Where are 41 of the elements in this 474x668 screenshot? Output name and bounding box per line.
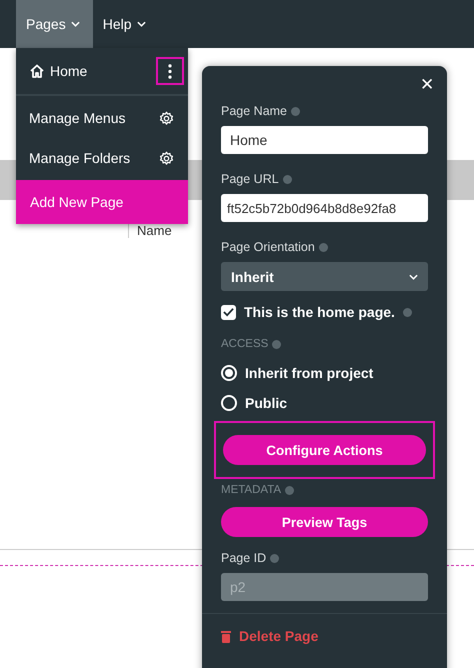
trash-icon	[221, 630, 231, 642]
info-icon	[272, 340, 282, 348]
chevron-down-icon	[70, 21, 80, 27]
info-icon	[402, 308, 412, 316]
radio-label: Public	[245, 395, 288, 411]
page-id-field: p2	[221, 573, 428, 601]
orientation-dropdown[interactable]: Inherit	[221, 262, 428, 291]
info-icon	[318, 242, 328, 252]
settings-icon	[159, 110, 174, 126]
preview-tags-button[interactable]: Preview Tags	[221, 507, 428, 537]
radio-label: Inherit from project	[245, 365, 374, 381]
menu-item[interactable]: Manage Folders	[16, 138, 188, 178]
radio-button[interactable]	[221, 395, 237, 411]
more-options-button[interactable]	[156, 57, 184, 85]
menu-item[interactable]: Manage Menus	[16, 98, 188, 138]
section-heading: METADATA	[221, 484, 282, 496]
close-button[interactable]: ✕	[416, 74, 438, 96]
settings-icon	[159, 150, 174, 166]
kebab-icon	[168, 64, 172, 78]
field-label: Page URL	[221, 172, 279, 186]
chevron-down-icon	[136, 21, 146, 27]
field-label: Page Orientation	[221, 240, 315, 254]
menu-tab[interactable]: Help	[92, 0, 158, 48]
radio-button[interactable]	[221, 365, 237, 381]
chevron-down-icon	[409, 274, 418, 280]
info-icon	[285, 486, 294, 494]
page-name-field[interactable]: Home	[221, 126, 428, 154]
checkbox-label: This is the home page.	[244, 304, 395, 320]
field-label: Page Name	[221, 104, 288, 118]
home-icon	[29, 63, 45, 79]
info-icon	[270, 554, 280, 562]
field-label: Page ID	[221, 551, 266, 565]
menu-item[interactable]: Home	[16, 48, 188, 96]
section-heading: ACCESS	[221, 338, 268, 350]
configure-actions-button[interactable]: Configure Actions	[223, 435, 426, 465]
page-url-field[interactable]: ft52c5b72b0d964b8d8e92fa8	[221, 194, 428, 222]
add-new-page-button[interactable]: Add New Page	[16, 180, 188, 224]
menu-tab[interactable]: Pages	[16, 0, 93, 48]
checkbox[interactable]	[221, 304, 236, 320]
info-icon	[291, 106, 300, 116]
info-icon	[282, 174, 292, 184]
